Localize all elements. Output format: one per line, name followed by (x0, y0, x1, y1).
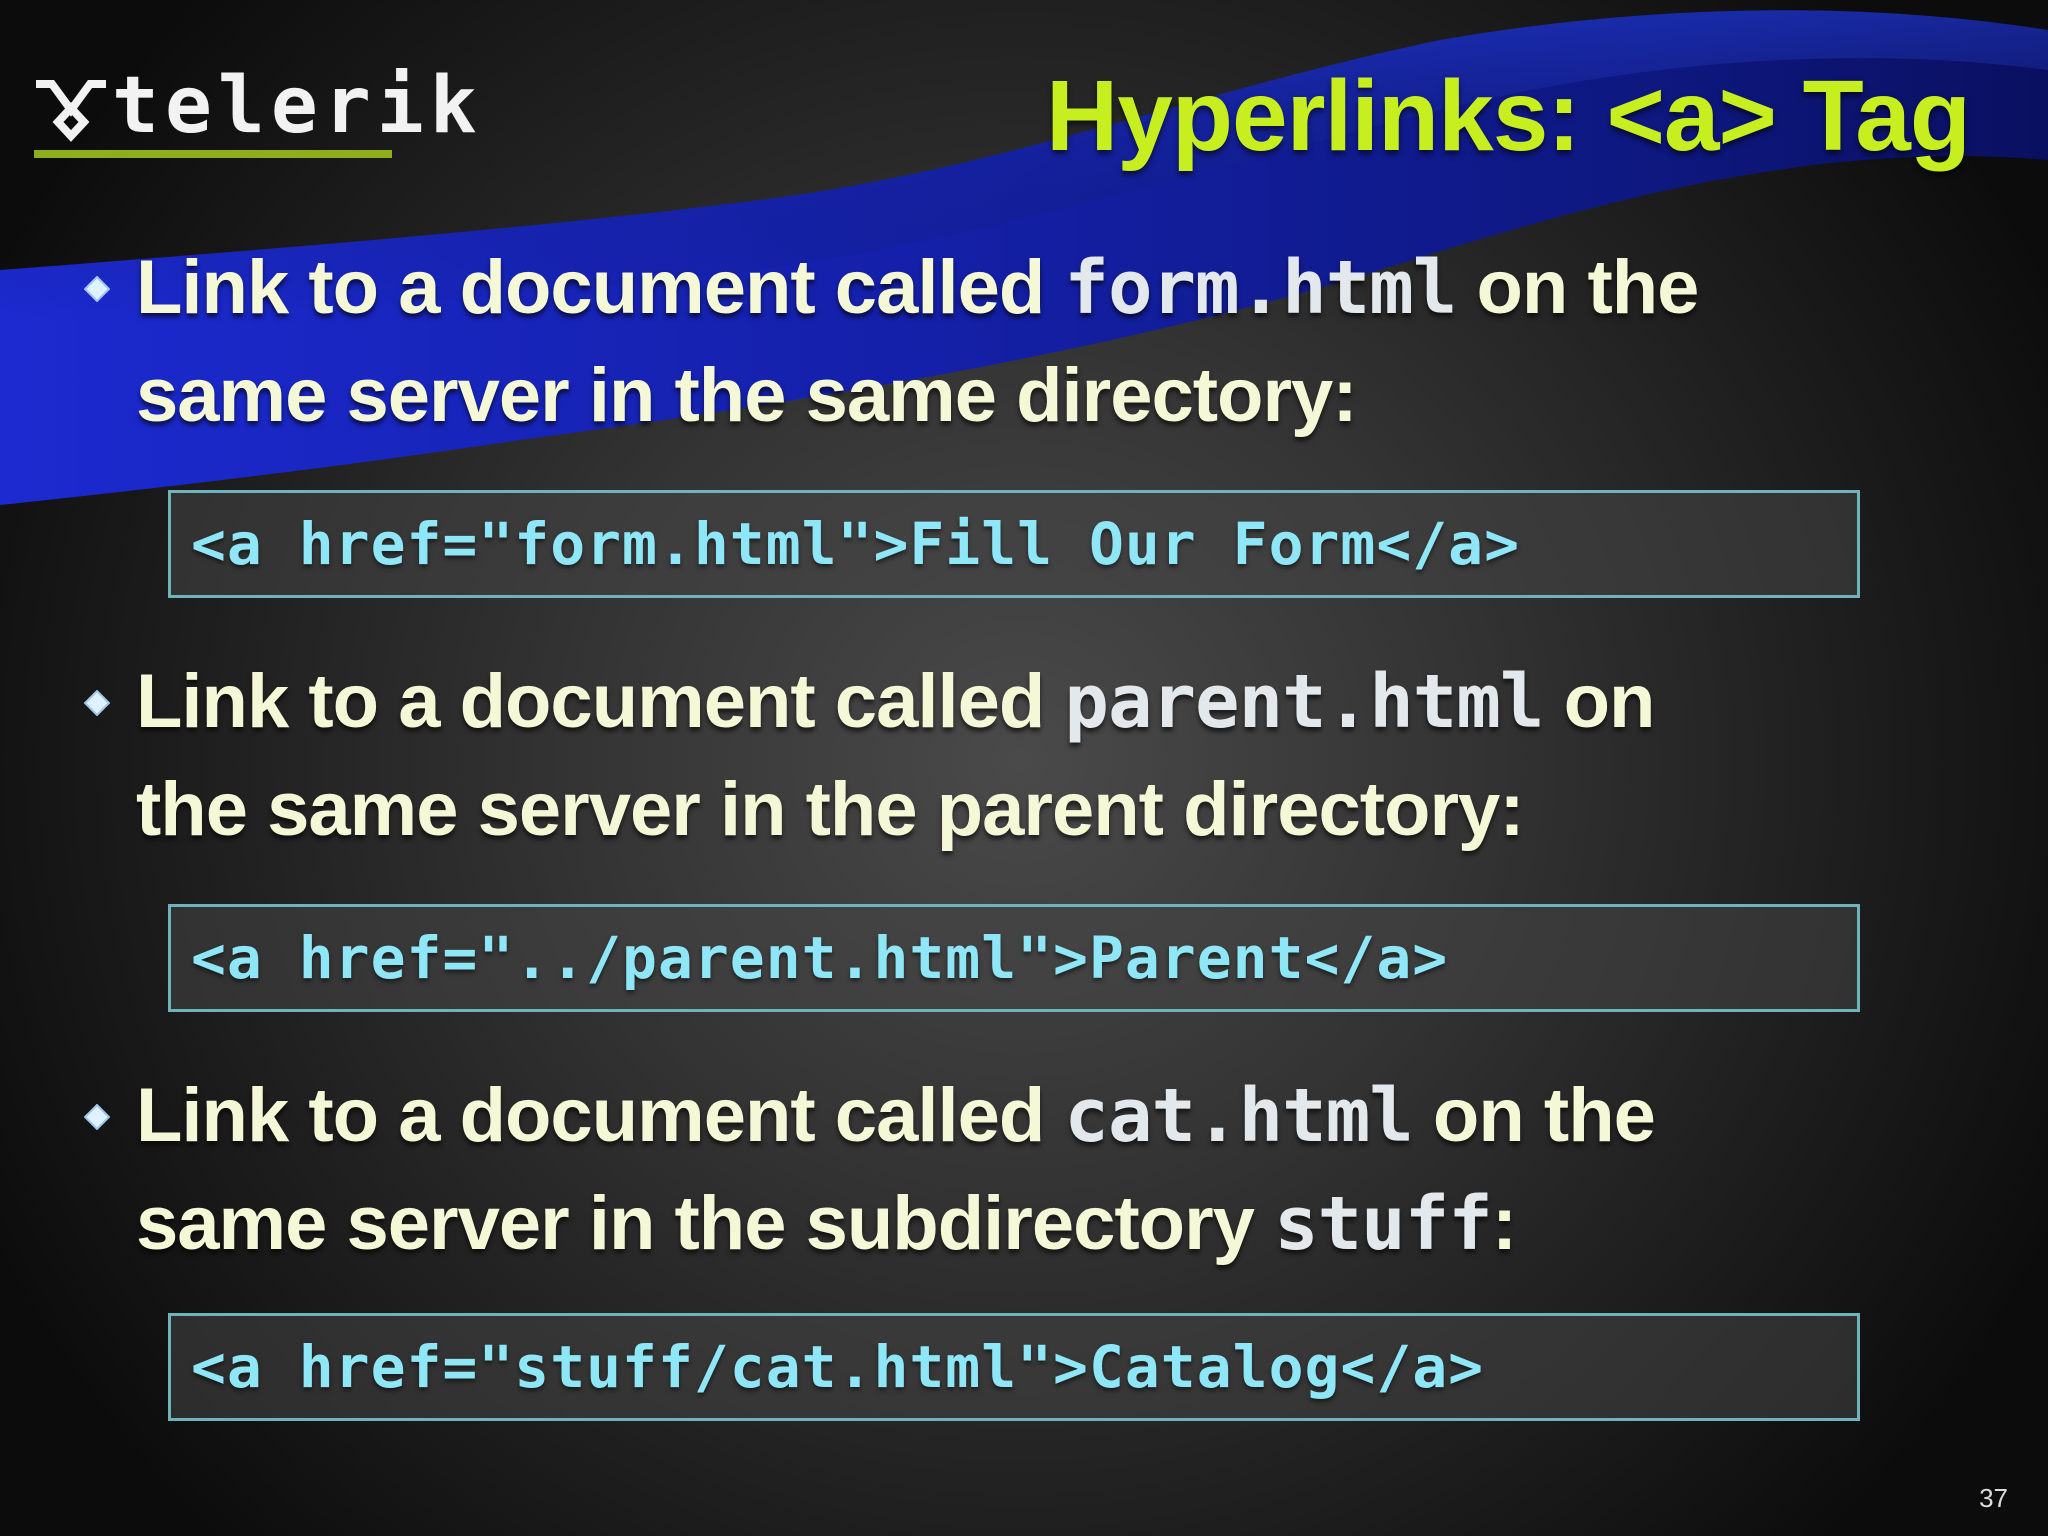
bullet-3-line-1: Link to a document called cat.html on th… (136, 1062, 1976, 1170)
bullet-2-line-1: Link to a document called parent.html on (136, 648, 1976, 756)
page-number: 37 (1979, 1483, 2008, 1513)
bullet-2-text: Link to a document called parent.html on… (136, 648, 1976, 864)
bullet-2-line-2: the same server in the parent directory: (136, 756, 1976, 864)
diamond-bullet-icon (84, 1104, 110, 1130)
bullet-1-text-pre: Link to a document called (136, 245, 1065, 330)
code-sample-3: <a href="stuff/cat.html">Catalog</a> (168, 1313, 1860, 1421)
bullet-2-line-2-text: the same server in the parent directory: (136, 767, 1525, 852)
bullet-1-line-2: same server in the same directory: (136, 342, 1976, 450)
bullet-3-line-2-post: : (1491, 1181, 1517, 1266)
bullet-3-filename: cat.html (1064, 1073, 1413, 1159)
bullet-3-text-pre: Link to a document called (136, 1073, 1065, 1158)
bullet-1-line-1: Link to a document called form.html on t… (136, 234, 1976, 342)
code-sample-3-text: <a href="stuff/cat.html">Catalog</a> (191, 1333, 1485, 1401)
bullet-3-text-post: on the (1412, 1073, 1656, 1158)
logo-underline (34, 150, 392, 158)
code-sample-1: <a href="form.html">Fill Our Form</a> (168, 490, 1860, 598)
telerik-logo: telerik (34, 61, 477, 162)
code-sample-1-text: <a href="form.html">Fill Our Form</a> (191, 510, 1521, 578)
slide-title: Hyperlinks: <a> Tag (1046, 60, 1971, 172)
logo-text: telerik (112, 61, 483, 151)
bullet-3-line-2: same server in the subdirectory stuff: (136, 1170, 1976, 1278)
bullet-2-text-post: on (1543, 659, 1656, 744)
bullet-3-text: Link to a document called cat.html on th… (136, 1062, 1976, 1278)
slide: telerik Hyperlinks: <a> Tag Link to a do… (0, 0, 2048, 1536)
bullet-3-dirname: stuff (1274, 1181, 1493, 1267)
bullet-3-line-2-text: same server in the subdirectory (136, 1181, 1275, 1266)
code-sample-2: <a href="../parent.html">Parent</a> (168, 904, 1860, 1012)
code-sample-2-text: <a href="../parent.html">Parent</a> (191, 924, 1449, 992)
bullet-2-filename: parent.html (1064, 659, 1544, 745)
diamond-bullet-icon (84, 690, 110, 716)
telerik-logo-mark-icon (36, 80, 106, 142)
bullet-2-text-pre: Link to a document called (136, 659, 1065, 744)
diamond-bullet-icon (84, 276, 110, 302)
bullet-1-line-2-text: same server in the same directory: (136, 353, 1358, 438)
bullet-1-filename: form.html (1064, 245, 1457, 331)
bullet-1-text-post: on the (1456, 245, 1699, 330)
bullet-1-text: Link to a document called form.html on t… (136, 234, 1976, 450)
